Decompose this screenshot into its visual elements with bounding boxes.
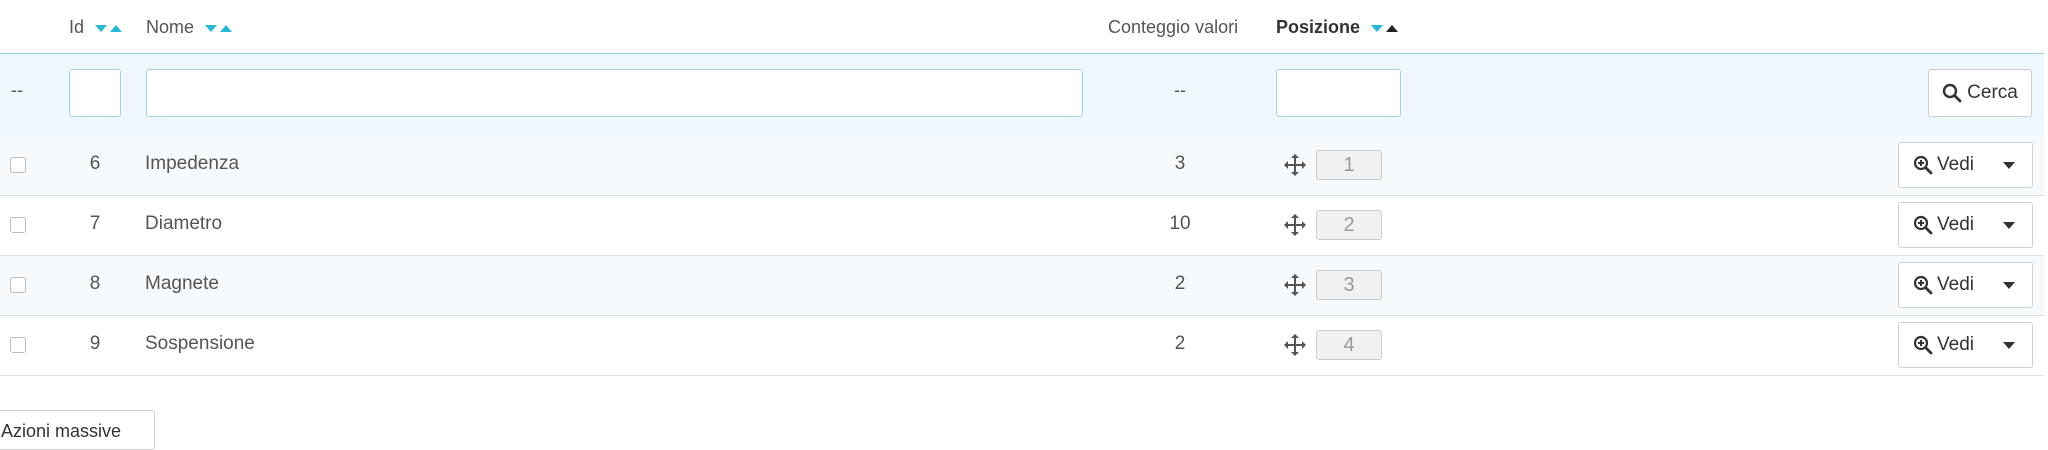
view-button-label: Vedi [1937,274,1974,295]
row-position[interactable]: 1 [1316,150,1382,180]
view-button-label: Vedi [1937,214,1974,235]
row-checkbox[interactable] [10,157,26,173]
row-name: Impedenza [145,153,240,174]
view-button-group: Vedi [1898,202,2033,248]
row-checkbox[interactable] [10,337,26,353]
view-button-group: Vedi [1898,262,2033,308]
table-row: 7 Diametro 10 2 Vedi [0,196,2044,256]
header-name[interactable]: Nome [146,14,233,40]
search-button[interactable]: Cerca [1928,69,2032,117]
bulk-actions-button[interactable]: Azioni massive [0,410,155,450]
row-id: 7 [89,213,101,234]
header-count: Conteggio valori [1108,14,1238,40]
checkbox-filter-placeholder: -- [11,80,23,100]
row-position[interactable]: 3 [1316,270,1382,300]
header-id[interactable]: Id [69,14,123,40]
view-button-group: Vedi [1898,322,2033,368]
chevron-down-icon[interactable] [2003,281,2015,289]
row-name: Diametro [145,213,223,234]
row-name: Magnete [145,273,219,294]
count-filter-placeholder: -- [1174,80,1186,100]
header-id-label: Id [69,17,85,37]
row-id: 6 [89,153,101,174]
row-count: 2 [1174,273,1186,294]
header-position[interactable]: Posizione [1276,14,1399,40]
row-name: Sospensione [145,333,255,354]
table-row: 9 Sospensione 2 4 Vedi [0,316,2044,376]
row-id: 8 [89,273,101,294]
table-row: 8 Magnete 2 3 Vedi [0,256,2044,316]
move-icon[interactable] [1283,153,1307,177]
view-button[interactable]: Vedi [1899,143,1989,187]
row-checkbox[interactable] [10,277,26,293]
search-icon [1942,83,1962,103]
row-position[interactable]: 2 [1316,210,1382,240]
table-row: 6 Impedenza 3 1 Vedi [0,136,2044,196]
row-position[interactable]: 4 [1316,330,1382,360]
sort-asc-icon[interactable] [220,24,233,32]
zoom-in-icon [1913,275,1933,295]
chevron-down-icon[interactable] [2003,341,2015,349]
id-filter-input[interactable] [69,69,121,117]
move-icon[interactable] [1283,213,1307,237]
filter-row: -- -- Cerca [0,53,2044,137]
move-icon[interactable] [1283,333,1307,357]
view-button[interactable]: Vedi [1899,203,1989,247]
row-count: 3 [1174,153,1186,174]
zoom-in-icon [1913,215,1933,235]
row-count: 2 [1174,333,1186,354]
row-id: 9 [89,333,101,354]
sort-asc-icon[interactable] [110,24,123,32]
zoom-in-icon [1913,155,1933,175]
view-button[interactable]: Vedi [1899,323,1989,367]
zoom-in-icon [1913,335,1933,355]
chevron-down-icon[interactable] [2003,161,2015,169]
view-button-label: Vedi [1937,334,1974,355]
row-checkbox[interactable] [10,217,26,233]
sort-desc-icon[interactable] [1371,24,1384,32]
sort-desc-icon[interactable] [205,24,218,32]
move-icon[interactable] [1283,273,1307,297]
header-name-label: Nome [146,17,195,37]
sort-desc-icon[interactable] [95,24,108,32]
header-position-label: Posizione [1276,17,1361,37]
name-filter-input[interactable] [146,69,1083,117]
header-count-label: Conteggio valori [1108,17,1239,37]
view-button-label: Vedi [1937,154,1974,175]
view-button[interactable]: Vedi [1899,263,1989,307]
chevron-down-icon[interactable] [2003,221,2015,229]
view-button-group: Vedi [1898,142,2033,188]
position-filter-input[interactable] [1276,69,1401,117]
row-count: 10 [1169,213,1191,234]
search-button-label: Cerca [1967,82,2018,103]
sort-asc-icon[interactable] [1386,24,1399,32]
